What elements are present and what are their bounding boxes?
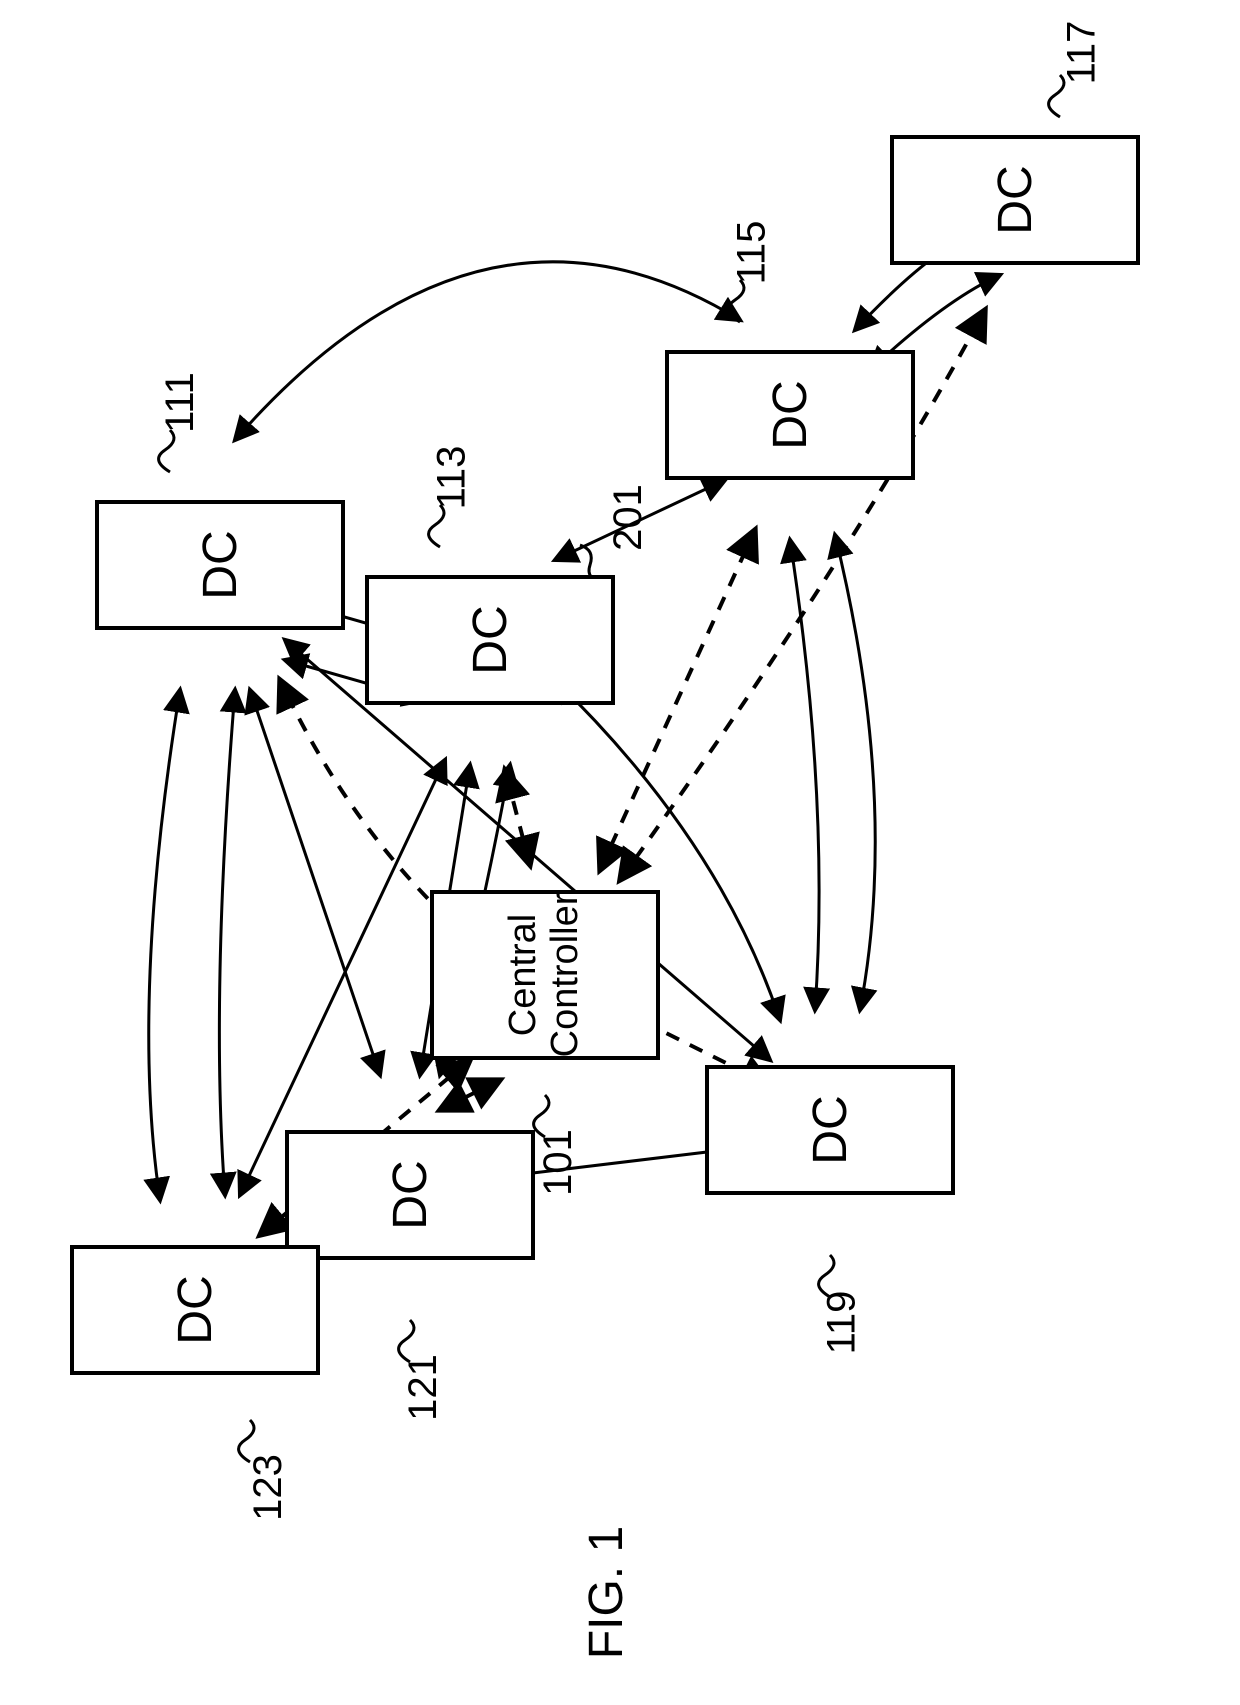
dc-node-111: DC <box>95 500 345 630</box>
ref-111: 111 <box>158 372 203 433</box>
dc-label: DC <box>463 605 518 674</box>
dc-node-115: DC <box>665 350 915 480</box>
dc-node-121: DC <box>285 1130 535 1260</box>
central-controller-label: Central Controller <box>503 893 587 1058</box>
dc-node-119: DC <box>705 1065 955 1195</box>
dc-label: DC <box>193 530 248 599</box>
ref-113: 113 <box>429 446 474 510</box>
dc-label: DC <box>988 165 1043 234</box>
dc-label: DC <box>763 380 818 449</box>
figure-caption: FIG. 1 <box>579 1526 634 1659</box>
ref-101: 101 <box>536 1129 581 1196</box>
ref-123: 123 <box>246 1454 291 1521</box>
central-controller-node: Central Controller <box>430 890 660 1060</box>
dc-node-117: DC <box>890 135 1140 265</box>
dc-node-123: DC <box>70 1245 320 1375</box>
ref-119: 119 <box>819 1291 864 1355</box>
ref-121: 121 <box>401 1354 446 1421</box>
diagram-canvas: DC 111 DC 113 DC 115 DC 117 DC 119 DC 12… <box>0 0 1240 1705</box>
dc-label: DC <box>383 1160 438 1229</box>
dc-label: DC <box>168 1275 223 1344</box>
ref-201: 201 <box>606 484 651 551</box>
dc-label: DC <box>803 1095 858 1164</box>
ref-115: 115 <box>729 221 774 285</box>
dc-node-113: DC <box>365 575 615 705</box>
ref-117: 117 <box>1059 21 1104 85</box>
